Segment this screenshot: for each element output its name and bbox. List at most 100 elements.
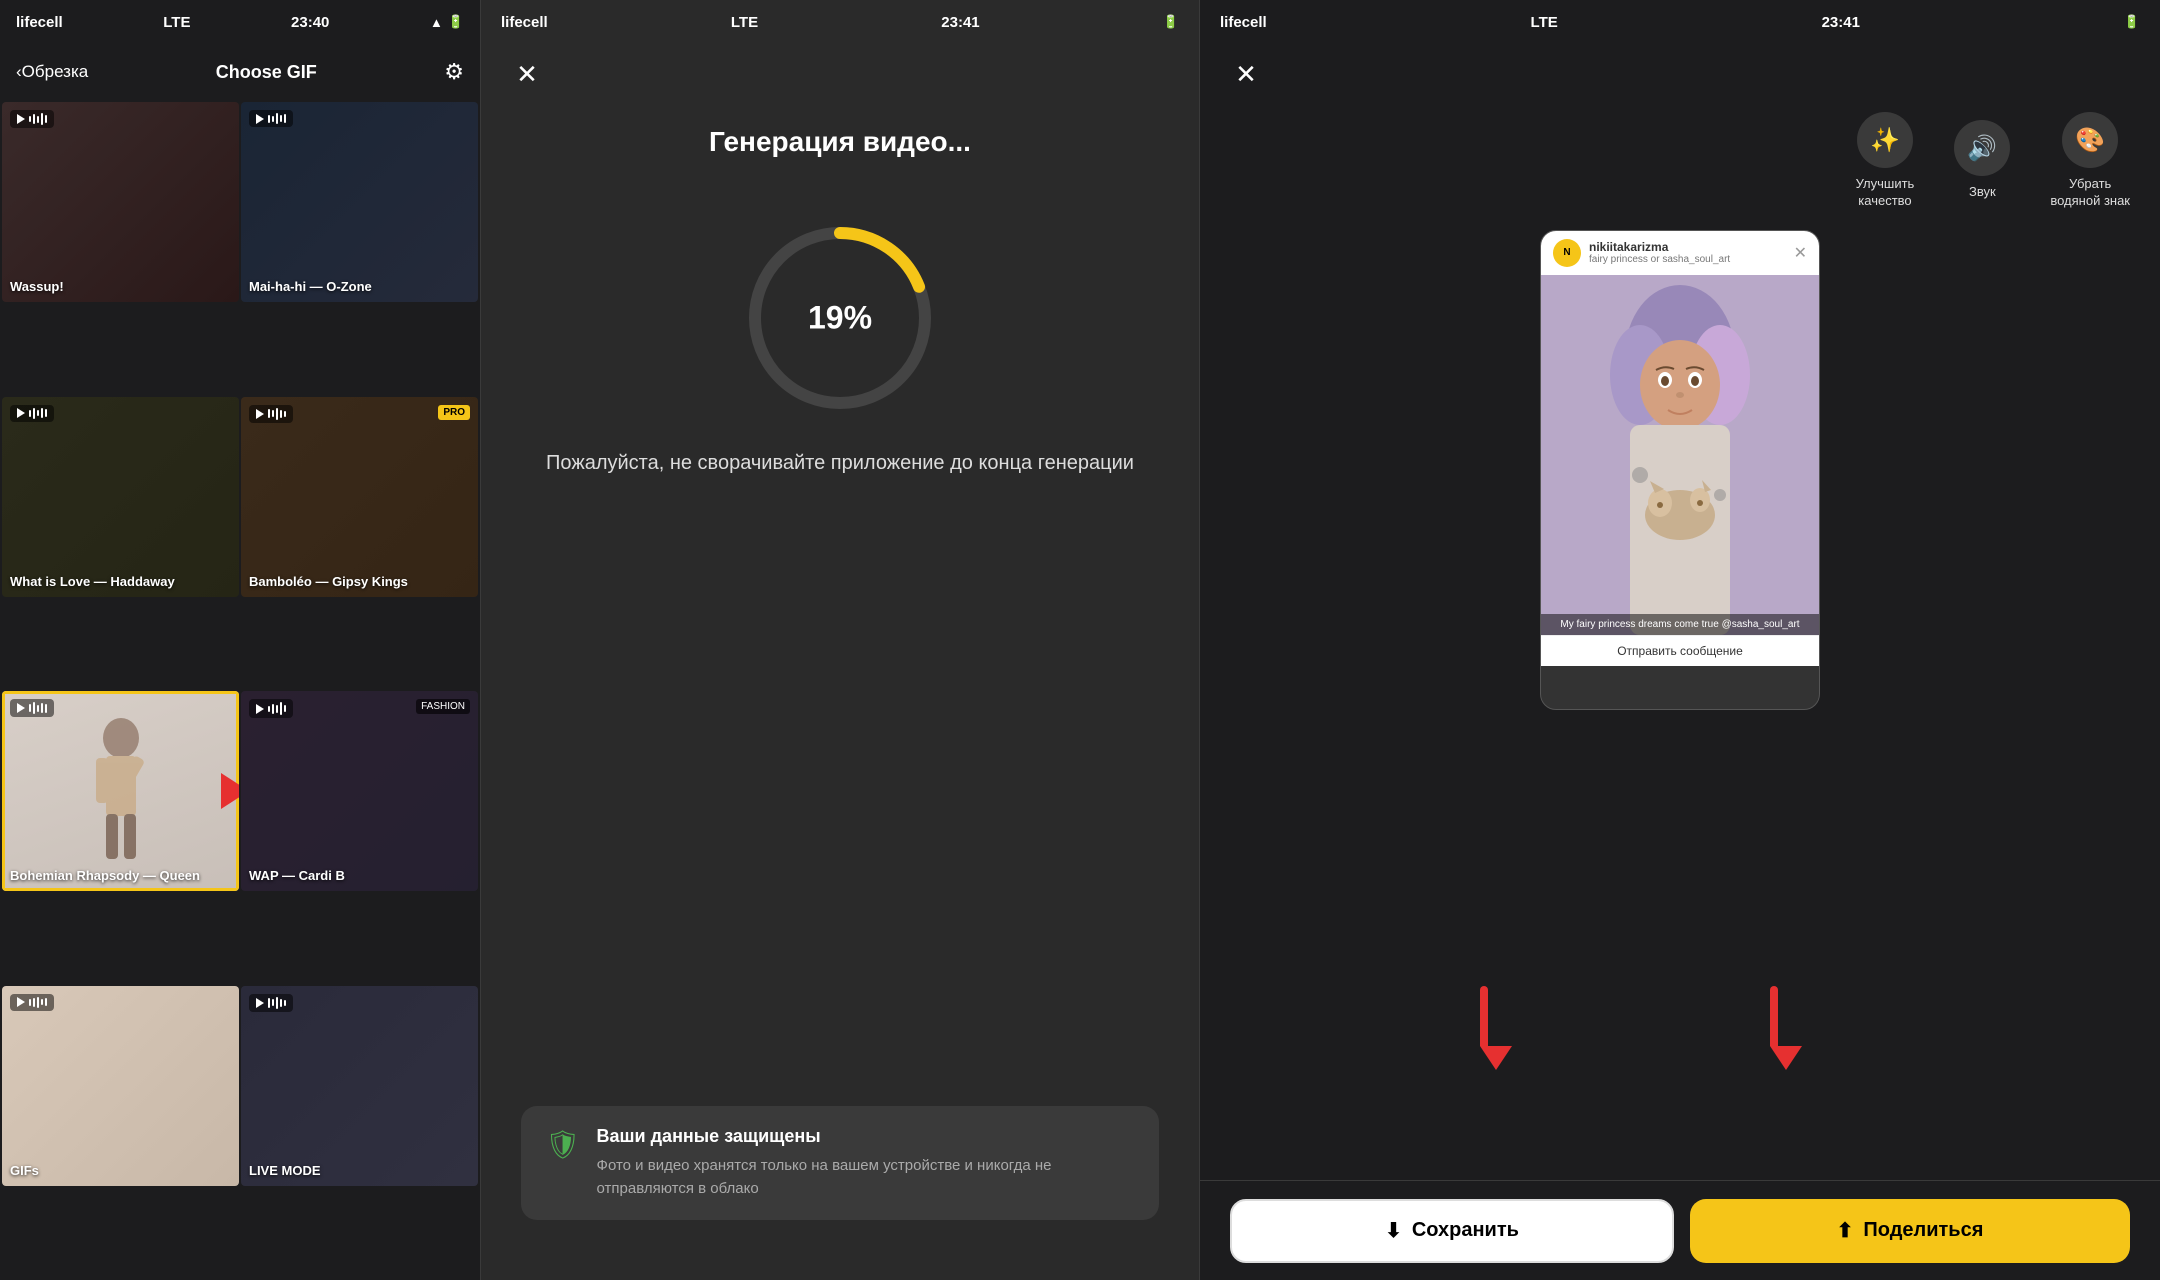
gif-item-6[interactable]: FASHION WAP — Cardi B [241,691,478,891]
enhance-icon: ✨ [1857,112,1913,168]
video-body: CREATED WITH AVATARIFY APP [1541,275,1819,635]
watermark-label: Убратьводяной знак [2050,176,2130,210]
network-3: LTE [1531,14,1558,31]
video-avatar: N [1553,239,1581,267]
time-2: 23:41 [941,14,979,31]
play-triangle-6 [256,704,264,714]
gif-label-8: LIVE MODE [249,1163,321,1178]
battery-icon: 🔋 [448,14,464,30]
gear-icon[interactable]: ⚙ [444,59,464,85]
waveform-5 [29,702,47,714]
time-3: 23:41 [1822,14,1860,31]
bottom-action-bar: ⬇ Сохранить ⬆ Поделиться [1200,1180,2160,1280]
red-arrow-left [1480,986,1512,1070]
play-icon-6 [249,699,293,718]
status-icons-3: 🔋 [2124,14,2140,30]
carrier-2: lifecell [501,14,548,31]
save-icon: ⬇ [1385,1218,1402,1243]
video-bottom-caption: My fairy princess dreams come true @sash… [1541,614,1819,635]
close-x-icon: ✕ [516,59,538,90]
gif-item-2[interactable]: Mai-ha-hi — O-Zone [241,102,478,302]
video-preview-area: N nikiitakarizma fairy princess or sasha… [1200,220,2160,1180]
gif-item-8[interactable]: LIVE MODE [241,986,478,1186]
panel-result: lifecell LTE 23:41 🔋 ✕ ✨ Улучшитькачеств… [1200,0,2160,1280]
generation-title: Генерация видео... [481,96,1199,178]
nav-bar-1: ‹ Обрезка Choose GIF ⚙ [0,44,480,100]
security-description: Фото и видео хранятся только на вашем ус… [597,1155,1135,1200]
battery-icon-2: 🔋 [1163,14,1179,30]
gif-item-7[interactable]: GIFs [2,986,239,1186]
waveform-3 [29,408,47,419]
generation-subtitle: Пожалуйста, не сворачивайте приложение д… [481,448,1199,518]
network-2: LTE [731,14,758,31]
selected-overlay [2,691,239,891]
play-triangle-2 [256,114,264,124]
send-message-btn[interactable]: Отправить сообщение [1541,635,1819,666]
play-icon-3 [10,405,54,422]
waveform-1 [29,113,47,125]
page-title: Choose GIF [216,62,317,83]
play-icon-4 [249,405,293,423]
gif-item-4[interactable]: PRO Bamboléo — Gipsy Kings [241,397,478,597]
gif-item-1[interactable]: Wassup! [2,102,239,302]
panel-generation: lifecell LTE 23:41 🔋 ✕ Генерация видео..… [480,0,1200,1280]
gif-item-5[interactable]: Bohemian Rhapsody — Queen [2,691,239,891]
play-triangle-8 [256,998,264,1008]
video-close-sm-icon[interactable]: ✕ [1794,243,1807,263]
save-label: Сохранить [1412,1219,1519,1242]
play-icon-7 [10,994,54,1011]
progress-text: 19% [808,300,872,337]
signal-icon: ▲ [430,15,443,30]
gif-label-6: WAP — Cardi B [249,868,345,883]
status-bar-1: lifecell LTE 23:40 ▲ 🔋 [0,0,480,44]
security-box: 🛡 Ваши данные защищены Фото и видео хран… [521,1106,1159,1220]
enhance-label: Улучшитькачество [1856,176,1915,210]
back-button[interactable]: ‹ Обрезка [16,62,88,82]
video-card: N nikiitakarizma fairy princess or sasha… [1540,230,1820,710]
waveform-7 [29,997,47,1008]
close-button[interactable]: ✕ [505,52,549,96]
pro-badge: PRO [438,405,470,420]
play-triangle-3 [17,408,25,418]
play-icon-8 [249,994,293,1012]
security-content: Ваши данные защищены Фото и видео хранят… [597,1126,1135,1200]
status-icons-2: 🔋 [1163,14,1179,30]
carrier-3: lifecell [1220,14,1267,31]
save-button[interactable]: ⬇ Сохранить [1230,1199,1674,1263]
play-icon-2 [249,110,293,127]
carrier-1: lifecell [16,14,63,31]
play-icon-1 [10,110,54,128]
play-triangle-7 [17,997,25,1007]
share-label: Поделиться [1863,1219,1983,1242]
video-subtitle-sm: fairy princess or sasha_soul_art [1589,254,1794,265]
gif-item-3[interactable]: What is Love — Haddaway [2,397,239,597]
video-person [1541,275,1819,635]
red-arrow-right [1770,986,1802,1070]
tool-enhance[interactable]: ✨ Улучшитькачество [1856,112,1915,210]
battery-icon-3: 🔋 [2124,14,2140,30]
waveform-2 [268,113,286,124]
close-button-3[interactable]: ✕ [1224,52,1268,96]
video-user-info: nikiitakarizma fairy princess or sasha_s… [1581,240,1794,265]
watermark-icon: 🎨 [2062,112,2118,168]
result-tools: ✨ Улучшитькачество 🔊 Звук 🎨 Убратьводяно… [1200,96,2160,220]
play-triangle-4 [256,409,264,419]
play-icon-5 [10,699,54,717]
gif-label-5: Bohemian Rhapsody — Queen [10,868,200,883]
share-button[interactable]: ⬆ Поделиться [1690,1199,2130,1263]
tool-watermark[interactable]: 🎨 Убратьводяной знак [2050,112,2130,210]
tool-sound[interactable]: 🔊 Звук [1954,120,2010,201]
panel-choose-gif: lifecell LTE 23:40 ▲ 🔋 ‹ Обрезка Choose … [0,0,480,1280]
close-btn-area-3: ✕ [1200,44,2160,96]
progress-ring: 19% [740,218,940,418]
sound-icon: 🔊 [1954,120,2010,176]
shield-icon: 🛡 [545,1128,581,1161]
share-icon: ⬆ [1837,1218,1854,1243]
play-triangle-5 [17,703,25,713]
sound-label: Звук [1969,184,1996,201]
video-card-header: N nikiitakarizma fairy princess or sasha… [1541,231,1819,275]
selection-arrow [221,773,239,809]
security-title: Ваши данные защищены [597,1126,1135,1147]
status-icons-1: ▲ 🔋 [430,14,464,30]
gif-label-7: GIFs [10,1163,39,1178]
